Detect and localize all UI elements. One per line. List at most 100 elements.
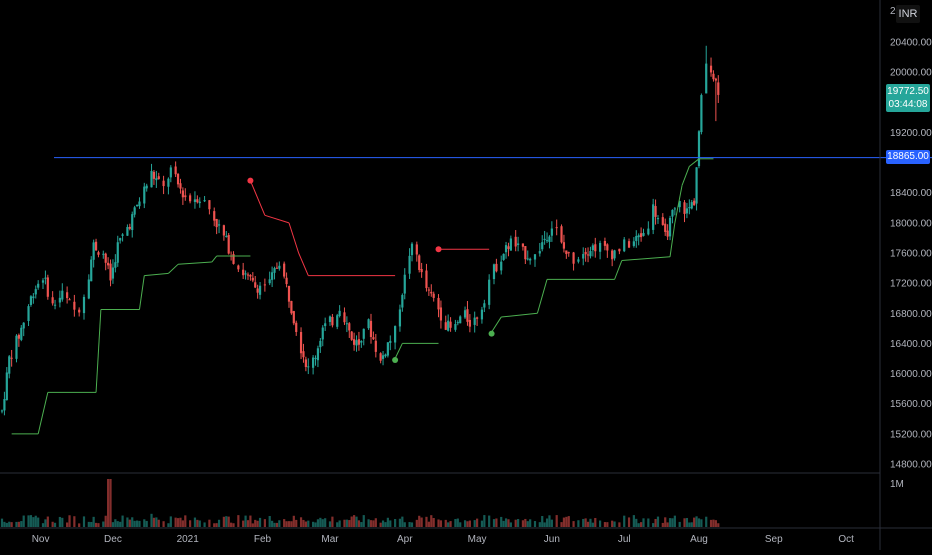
candle-body-24 <box>78 309 81 313</box>
candle-body-118 <box>367 319 370 329</box>
candle-body-136 <box>425 270 428 289</box>
candle-body-195 <box>623 239 626 252</box>
candle-body-39 <box>121 234 124 236</box>
candle-body-149 <box>466 309 469 322</box>
volume-bar-194 <box>618 522 621 527</box>
candle-body-85 <box>271 272 274 280</box>
candle-body-66 <box>213 211 216 221</box>
candle-body-197 <box>632 241 635 246</box>
volume-bar-169 <box>533 521 537 527</box>
candle-body-184 <box>584 251 587 255</box>
volume-bar-68 <box>217 519 221 527</box>
candle-body-161 <box>507 246 510 249</box>
candle-body-206 <box>661 217 664 225</box>
candle-body-88 <box>278 265 281 269</box>
candle-body-140 <box>437 297 440 310</box>
candle-body-71 <box>227 235 230 254</box>
candle-body-210 <box>671 209 674 217</box>
volume-bar-56 <box>176 518 180 527</box>
candle-body-216 <box>690 202 693 209</box>
volume-bar-84 <box>268 516 271 527</box>
volume-bar-14 <box>41 523 45 527</box>
candle-body-42 <box>131 214 134 231</box>
volume-bar-72 <box>230 522 233 527</box>
volume-bar-99 <box>312 521 315 527</box>
volume-bar-182 <box>577 520 580 527</box>
volume-bar-91 <box>287 521 291 527</box>
volume-bar-171 <box>541 516 544 527</box>
candle-body-12 <box>34 289 37 295</box>
price-tick-label-4: 16400.00 <box>890 339 932 350</box>
supertrend-indicator <box>11 158 714 435</box>
candle-body-189 <box>599 242 602 252</box>
candle-body-120 <box>372 337 375 340</box>
volume-bar-143 <box>447 522 450 527</box>
candle-body-87 <box>275 267 279 269</box>
volume-bar-83 <box>263 519 266 527</box>
candle-body-78 <box>249 275 252 277</box>
volume-bar-192 <box>611 520 614 527</box>
volume-bar-153 <box>480 520 484 527</box>
volume-bar-21 <box>66 522 69 527</box>
volume-bar-101 <box>316 519 320 527</box>
candlestick-chart[interactable]: 14800.00 15200.00 15600.00 16000.00 16400.00… <box>0 0 932 550</box>
volume-bar-38 <box>119 521 122 527</box>
volume-bar-20 <box>61 517 64 527</box>
candle-body-185 <box>586 254 590 256</box>
supertrend-segment-23 <box>491 316 502 333</box>
candle-body-75 <box>242 269 245 276</box>
candle-body-221 <box>705 63 708 94</box>
volume-bar-157 <box>495 518 498 527</box>
candle-body-25 <box>82 296 86 314</box>
volume-bar-123 <box>381 520 385 527</box>
candle-body-65 <box>208 200 211 210</box>
volume-bar-8 <box>22 515 25 527</box>
candle-body-198 <box>635 236 638 241</box>
currency-badge[interactable]: INR <box>896 5 920 23</box>
candle-body-211 <box>673 208 676 210</box>
volume-bar-100 <box>314 522 317 527</box>
candle-body-74 <box>237 265 240 270</box>
volume-bar-135 <box>420 517 423 527</box>
volume-bar-73 <box>232 523 235 527</box>
supertrend-segment-15 <box>298 252 309 276</box>
volume-bar-196 <box>627 517 631 527</box>
volume-bar-57 <box>179 517 182 527</box>
candle-body-205 <box>656 218 660 220</box>
volume-bar-179 <box>565 516 568 527</box>
candle-body-200 <box>640 233 643 238</box>
volume-bar-201 <box>642 518 645 527</box>
volume-bar-65 <box>208 519 211 527</box>
candle-body-8 <box>22 322 25 329</box>
candle-body-101 <box>316 348 320 361</box>
volume-bar-212 <box>678 521 681 527</box>
volume-bar-2 <box>5 522 8 527</box>
volume-bar-27 <box>90 521 93 527</box>
volume-bar-67 <box>215 523 218 527</box>
volume-bar-159 <box>502 520 505 527</box>
volume-bar-79 <box>251 523 254 527</box>
candle-body-116 <box>360 340 363 343</box>
volume-bar-97 <box>304 521 307 527</box>
candle-body-59 <box>184 195 187 198</box>
volume-bar-208 <box>666 522 669 527</box>
volume-bar-167 <box>526 521 529 527</box>
candle-body-102 <box>319 340 322 348</box>
candle-body-56 <box>176 173 180 185</box>
candle-body-41 <box>128 226 131 229</box>
candle-body-194 <box>618 248 621 252</box>
chart-area[interactable]: 14800.00 15200.00 15600.00 16000.00 16400.00… <box>0 0 932 550</box>
candle-body-49 <box>152 171 156 179</box>
volume-bar-190 <box>603 522 607 527</box>
volume-bar-113 <box>353 515 356 527</box>
volume-bar-211 <box>673 515 676 527</box>
volume-bar-112 <box>350 516 353 527</box>
candle-body-119 <box>369 320 373 338</box>
candle-body-182 <box>577 259 580 262</box>
candle-body-165 <box>521 243 525 247</box>
volume-bar-187 <box>591 522 594 527</box>
volume-bar-61 <box>193 517 197 527</box>
volume-bar-136 <box>425 516 428 527</box>
volume-bar-64 <box>203 522 206 527</box>
volume-bar-172 <box>543 522 546 527</box>
